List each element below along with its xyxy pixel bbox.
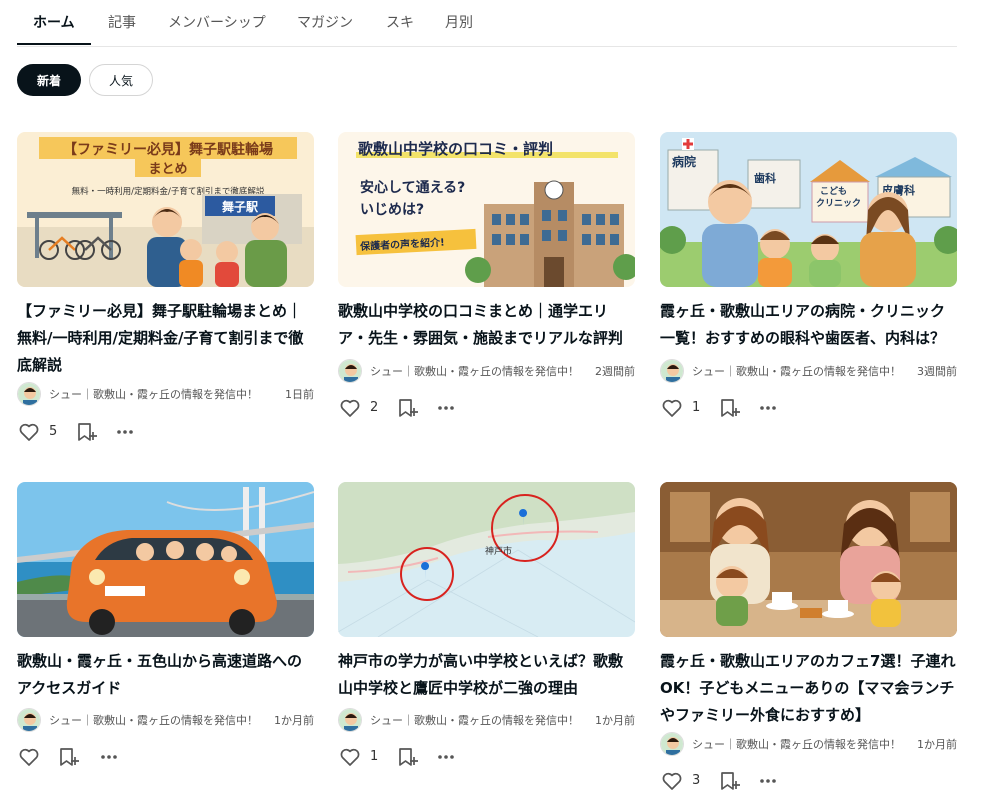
add-to-magazine-icon[interactable] [75,420,99,444]
thumb-headline-2: まとめ [148,162,187,177]
publish-date: 1か月前 [917,738,957,751]
add-to-magazine-icon[interactable] [718,396,742,420]
tab-monthly[interactable]: 月別 [445,12,473,32]
tab-membership[interactable]: メンバーシップ [168,12,266,32]
article-actions: 2 [338,396,635,422]
publish-date: 1か月前 [274,714,314,727]
article-card[interactable]: 霞ヶ丘・歌敷山エリアのカフェ7選！子連れOK！子どもメニューありの【ママ会ランチ… [660,482,957,800]
heart-icon[interactable] [338,396,362,420]
author-avatar[interactable] [17,382,41,406]
article-thumbnail[interactable]: 【ファミリー必見】舞子駅駐輪場 まとめ 無料・一時利用/定期料金/子育て割引まで… [17,132,314,287]
like-count: 2 [370,400,379,415]
thumb-line-2: いじめは? [360,202,424,218]
author-avatar[interactable] [338,708,362,732]
heart-icon[interactable] [338,745,362,769]
author-name[interactable]: シュー｜歌敷山・霞ヶ丘の情報を発信中！ [370,712,588,728]
more-horizontal-icon[interactable] [434,745,458,769]
article-title[interactable]: 霞ヶ丘・歌敷山エリアの病院・クリニック一覧！おすすめの眼科や歯医者、内科は？ [660,298,957,352]
author-name[interactable]: シュー｜歌敷山・霞ヶ丘の情報を発信中！ [692,736,910,752]
thumb-line-1: 安心して通える? [360,179,465,196]
thumb-headline: 【ファミリー必見】舞子駅駐輪場 [63,141,273,158]
thumb-headline: 歌敷山中学校の口コミ・評判 [358,140,553,158]
filter-popular-button[interactable]: 人気 [89,64,153,96]
more-horizontal-icon[interactable] [434,396,458,420]
thumb-sign-kids: こども [820,185,847,197]
article-meta: シュー｜歌敷山・霞ヶ丘の情報を発信中！ 2週間前 [338,359,635,385]
author-avatar[interactable] [660,359,684,383]
article-meta: シュー｜歌敷山・霞ヶ丘の情報を発信中！ 1か月前 [660,732,957,758]
like-count: 5 [49,424,58,439]
article-card[interactable]: 【ファミリー必見】舞子駅駐輪場 まとめ 無料・一時利用/定期料金/子育て割引まで… [17,132,314,452]
article-meta: シュー｜歌敷山・霞ヶ丘の情報を発信中！ 1か月前 [17,708,314,734]
tab-magazine[interactable]: マガジン [297,12,353,32]
active-tab-indicator [17,43,91,45]
thumb-sign-dental: 歯科 [754,171,776,185]
thumb-map-city: 神戸市 [485,545,512,557]
article-card[interactable]: 病院 歯科 こども クリニック 皮膚科 霞ヶ丘・歌敷山エリアの病院・クリニック一… [660,132,957,432]
publish-date: 3週間前 [917,365,957,378]
like-count: 3 [692,773,701,788]
add-to-magazine-icon[interactable] [718,769,742,793]
add-to-magazine-icon[interactable] [396,745,420,769]
heart-icon[interactable] [660,769,684,793]
filter-new-button[interactable]: 新着 [17,64,81,96]
tab-articles[interactable]: 記事 [108,12,136,32]
article-thumbnail[interactable]: 神戸市 [338,482,635,637]
article-card[interactable]: 歌敷山中学校の口コミ・評判 安心して通える? いじめは? 保護者の声を紹介! 歌… [338,132,635,432]
more-horizontal-icon[interactable] [113,420,137,444]
article-meta: シュー｜歌敷山・霞ヶ丘の情報を発信中！ 3週間前 [660,359,957,385]
heart-icon[interactable] [17,420,41,444]
article-title[interactable]: 歌敷山・霞ヶ丘・五色山から高速道路へのアクセスガイド [17,648,314,702]
article-actions: 5 [17,420,314,446]
thumb-station-sign: 舞子駅 [221,199,259,214]
article-card[interactable]: 歌敷山・霞ヶ丘・五色山から高速道路へのアクセスガイド シュー｜歌敷山・霞ヶ丘の情… [17,482,314,782]
article-card[interactable]: 神戸市 神戸市の学力が高い中学校といえば？歌敷山中学校と鷹匠中学校が二強の理由 … [338,482,635,782]
publish-date: 2週間前 [595,365,635,378]
thumb-sign-clinic: クリニック [816,198,861,209]
article-thumbnail[interactable] [660,482,957,637]
like-count: 1 [370,749,379,764]
article-title[interactable]: 神戸市の学力が高い中学校といえば？歌敷山中学校と鷹匠中学校が二強の理由 [338,648,635,702]
article-thumbnail[interactable] [17,482,314,637]
author-avatar[interactable] [17,708,41,732]
author-name[interactable]: シュー｜歌敷山・霞ヶ丘の情報を発信中！ [49,386,267,402]
article-title[interactable]: 【ファミリー必見】舞子駅駐輪場まとめ｜無料/一時利用/定期料金/子育て割引まで徹… [17,298,314,379]
article-thumbnail[interactable]: 病院 歯科 こども クリニック 皮膚科 [660,132,957,287]
more-horizontal-icon[interactable] [756,769,780,793]
publish-date: 1か月前 [595,714,635,727]
article-actions [17,745,314,771]
add-to-magazine-icon[interactable] [396,396,420,420]
article-thumbnail[interactable]: 歌敷山中学校の口コミ・評判 安心して通える? いじめは? 保護者の声を紹介! [338,132,635,287]
article-title[interactable]: 歌敷山中学校の口コミまとめ｜通学エリア・先生・雰囲気・施設までリアルな評判 [338,298,635,352]
more-horizontal-icon[interactable] [97,745,121,769]
article-actions: 1 [338,745,635,771]
author-name[interactable]: シュー｜歌敷山・霞ヶ丘の情報を発信中！ [370,363,588,379]
article-actions: 3 [660,769,957,795]
publish-date: 1日前 [285,388,314,401]
like-count: 1 [692,400,701,415]
heart-icon[interactable] [17,745,41,769]
thumb-sign-hospital: 病院 [672,154,696,169]
author-avatar[interactable] [660,732,684,756]
article-title[interactable]: 霞ヶ丘・歌敷山エリアのカフェ7選！子連れOK！子どもメニューありの【ママ会ランチ… [660,648,957,729]
profile-tabs: ホーム 記事 メンバーシップ マガジン スキ 月別 [17,0,957,47]
author-name[interactable]: シュー｜歌敷山・霞ヶ丘の情報を発信中！ [49,712,267,728]
article-meta: シュー｜歌敷山・霞ヶ丘の情報を発信中！ 1か月前 [338,708,635,734]
article-meta: シュー｜歌敷山・霞ヶ丘の情報を発信中！ 1日前 [17,382,314,408]
more-horizontal-icon[interactable] [756,396,780,420]
author-avatar[interactable] [338,359,362,383]
add-to-magazine-icon[interactable] [57,745,81,769]
author-name[interactable]: シュー｜歌敷山・霞ヶ丘の情報を発信中！ [692,363,910,379]
heart-icon[interactable] [660,396,684,420]
tab-likes[interactable]: スキ [386,12,414,32]
tab-home[interactable]: ホーム [33,12,75,32]
article-actions: 1 [660,396,957,422]
